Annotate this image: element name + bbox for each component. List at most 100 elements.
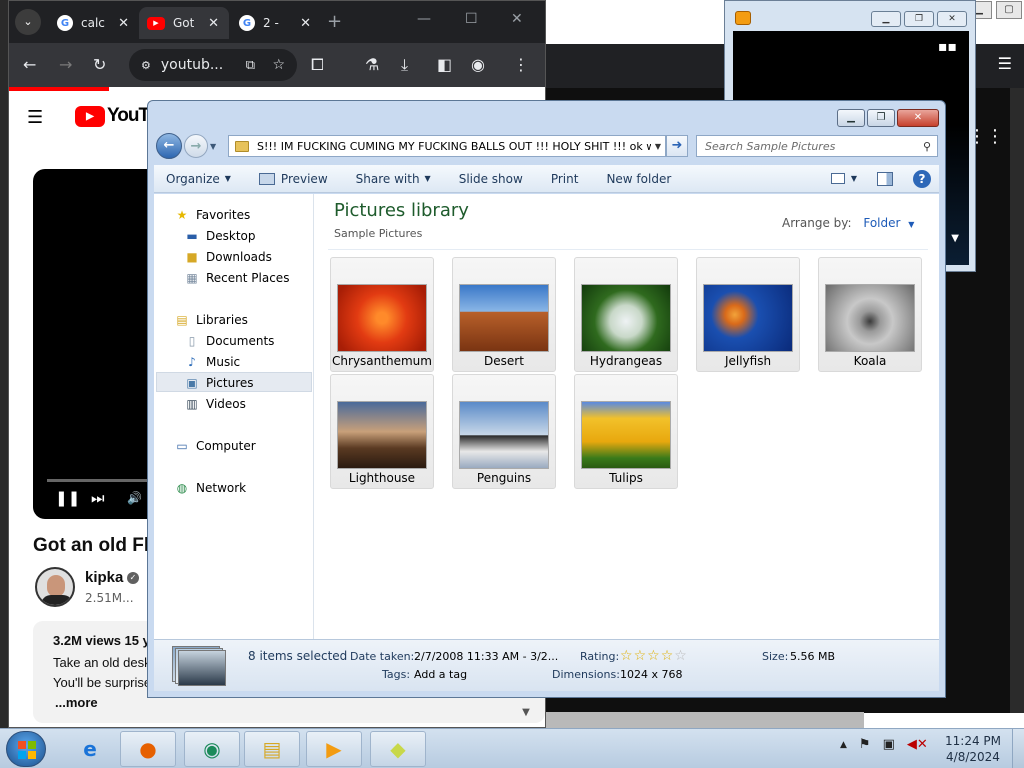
reload-button[interactable]: ↻ <box>93 55 106 74</box>
rating-stars[interactable]: ☆☆☆☆☆ <box>620 648 688 664</box>
next-icon[interactable]: ⏭ <box>91 489 105 507</box>
sticky-notes-taskbar-button[interactable]: ◆ <box>370 731 426 767</box>
nav-pictures[interactable]: ▣ Pictures <box>184 376 253 390</box>
new-tab-button[interactable]: + <box>327 11 342 32</box>
nav-documents[interactable]: ▯ Documents <box>184 334 275 348</box>
volume-icon[interactable]: 🔊 <box>127 491 142 505</box>
close-icon[interactable]: ✕ <box>511 11 523 27</box>
picture-item[interactable]: Lighthouse <box>330 374 434 489</box>
scroll-down-icon[interactable]: ▼ <box>507 701 545 725</box>
menu-icon[interactable]: ☰ <box>998 54 1012 73</box>
vertical-scrollbar[interactable] <box>1010 88 1024 713</box>
search-input[interactable]: Search Sample Pictures ⚲ <box>696 135 938 157</box>
slide-show-button[interactable]: Slide show <box>459 172 523 186</box>
help-icon[interactable]: ? <box>913 169 931 188</box>
maximize-icon[interactable]: ☐ <box>465 11 478 27</box>
nav-videos[interactable]: ▥ Videos <box>184 397 246 411</box>
labs-flask-icon[interactable]: ⚗ <box>365 55 379 74</box>
media-player-taskbar-button[interactable]: ▶ <box>306 731 362 767</box>
internet-explorer-button[interactable]: e <box>62 731 118 767</box>
minimize-button[interactable]: ▁ <box>837 109 865 127</box>
hamburger-menu-icon[interactable]: ☰ <box>27 107 43 128</box>
dropdown-arrow-icon[interactable]: ▼ <box>908 220 914 229</box>
forward-arrow-icon[interactable]: → <box>184 134 208 158</box>
minimize-icon[interactable]: — <box>417 11 431 27</box>
install-app-icon[interactable]: ⧉ <box>246 58 255 73</box>
address-bar[interactable]: S!!! IM FUCKING CUMING MY FUCKING BALLS … <box>228 135 666 157</box>
star-icon[interactable]: ☆ <box>620 648 634 664</box>
search-icon[interactable]: ⚲ <box>923 140 931 153</box>
date-taken-value[interactable]: 2/7/2008 11:33 AM - 3/2... <box>414 650 558 663</box>
tab-google-calc[interactable]: G calc ✕ <box>49 7 139 39</box>
nav-music[interactable]: ♪ Music <box>184 355 240 369</box>
star-icon[interactable]: ☆ <box>634 648 648 664</box>
nav-recent-places[interactable]: ▦ Recent Places <box>184 271 289 285</box>
close-button[interactable]: ✕ <box>937 11 967 27</box>
go-arrow-icon[interactable]: ➜ <box>666 135 688 157</box>
new-folder-button[interactable]: New folder <box>606 172 671 186</box>
star-icon[interactable]: ☆ <box>647 648 661 664</box>
volume-muted-icon[interactable]: ◀✕ <box>907 737 928 752</box>
arrange-value-button[interactable]: Folder <box>863 216 900 230</box>
restore-button[interactable]: ❐ <box>904 11 934 27</box>
recent-pages-dropdown-icon[interactable]: ▼ <box>210 142 216 151</box>
explorer-taskbar-button[interactable]: ▤ <box>244 731 300 767</box>
extensions-icon[interactable]: ⧠ <box>311 55 324 75</box>
back-button[interactable]: ← <box>23 55 36 74</box>
expand-icon[interactable]: ▼ <box>951 233 959 244</box>
browser-menu-icon[interactable]: ⋮ <box>513 55 529 74</box>
close-button[interactable]: ✕ <box>897 109 939 127</box>
channel-name[interactable]: kipka <box>85 569 123 586</box>
start-button[interactable] <box>6 731 46 767</box>
change-view-icon[interactable] <box>830 173 845 184</box>
chrome-taskbar-button[interactable]: ◉ <box>184 731 240 767</box>
close-tab-icon[interactable]: ✕ <box>118 16 129 31</box>
explorer-window[interactable]: ▁ ❐ ✕ ← → ▼ S!!! IM FUCKING CUMING MY FU… <box>147 100 946 698</box>
preview-pane-icon[interactable] <box>877 171 893 186</box>
picture-item[interactable]: Penguins <box>452 374 556 489</box>
nav-desktop[interactable]: ▬ Desktop <box>184 229 255 243</box>
forward-button[interactable]: → <box>59 55 72 74</box>
nav-computer[interactable]: ▭ Computer <box>174 439 255 453</box>
organize-button[interactable]: Organize ▼ <box>166 172 231 186</box>
view-options-dropdown-icon[interactable]: ▼ <box>851 174 857 183</box>
action-center-flag-icon[interactable]: ⚑ <box>859 737 871 752</box>
channel-avatar[interactable] <box>35 567 75 607</box>
library-subtitle[interactable]: Sample Pictures <box>334 227 422 240</box>
nav-favorites[interactable]: ★ Favorites <box>174 208 251 222</box>
print-button[interactable]: Print <box>551 172 579 186</box>
preview-button[interactable]: Preview <box>258 172 328 186</box>
show-more-link[interactable]: ...more <box>55 695 98 710</box>
side-panel-icon[interactable]: ◧ <box>437 55 452 74</box>
picture-item[interactable]: Tulips <box>574 374 678 489</box>
nav-downloads[interactable]: ■ Downloads <box>184 250 272 264</box>
horizontal-scrollbar[interactable] <box>546 712 864 728</box>
pause-icon[interactable]: ❚❚ <box>55 489 80 507</box>
tags-value[interactable]: Add a tag <box>414 668 467 681</box>
bookmark-star-icon[interactable]: ☆ <box>272 57 285 73</box>
picture-item[interactable]: Koala <box>818 257 922 372</box>
back-arrow-icon[interactable]: ← <box>156 133 182 159</box>
tab-search-button[interactable]: ⌄ <box>15 9 41 35</box>
site-info-icon[interactable]: ⚙ <box>141 59 151 72</box>
minimize-button[interactable]: ▁ <box>871 11 901 27</box>
close-tab-icon[interactable]: ✕ <box>300 16 311 31</box>
address-bar[interactable]: ⚙ youtub... ⧉ ☆ <box>129 49 297 81</box>
show-hidden-icons-icon[interactable]: ▲ <box>840 740 847 750</box>
maximize-button[interactable]: ▢ <box>996 1 1022 19</box>
picture-item[interactable]: Hydrangeas <box>574 257 678 372</box>
share-with-button[interactable]: Share with ▼ <box>356 172 431 186</box>
profile-avatar-icon[interactable]: ◉ <box>471 55 485 74</box>
star-icon[interactable]: ☆ <box>674 648 688 664</box>
firefox-button[interactable]: ● <box>120 731 176 767</box>
picture-item[interactable]: Jellyfish <box>696 257 800 372</box>
tab-youtube[interactable]: ▶ Got ✕ <box>139 7 229 39</box>
switch-view-icon[interactable]: ▪▪ <box>938 39 957 55</box>
clock[interactable]: 11:24 PM 4/8/2024 <box>936 733 1010 765</box>
address-dropdown-icon[interactable]: ▼ <box>651 142 665 151</box>
nav-libraries[interactable]: ▤ Libraries <box>174 313 248 327</box>
nav-network[interactable]: ◍ Network <box>174 481 246 495</box>
restore-button[interactable]: ❐ <box>867 109 895 127</box>
network-icon[interactable]: ▣ <box>883 737 895 752</box>
picture-item[interactable]: Chrysanthemum <box>330 257 434 372</box>
